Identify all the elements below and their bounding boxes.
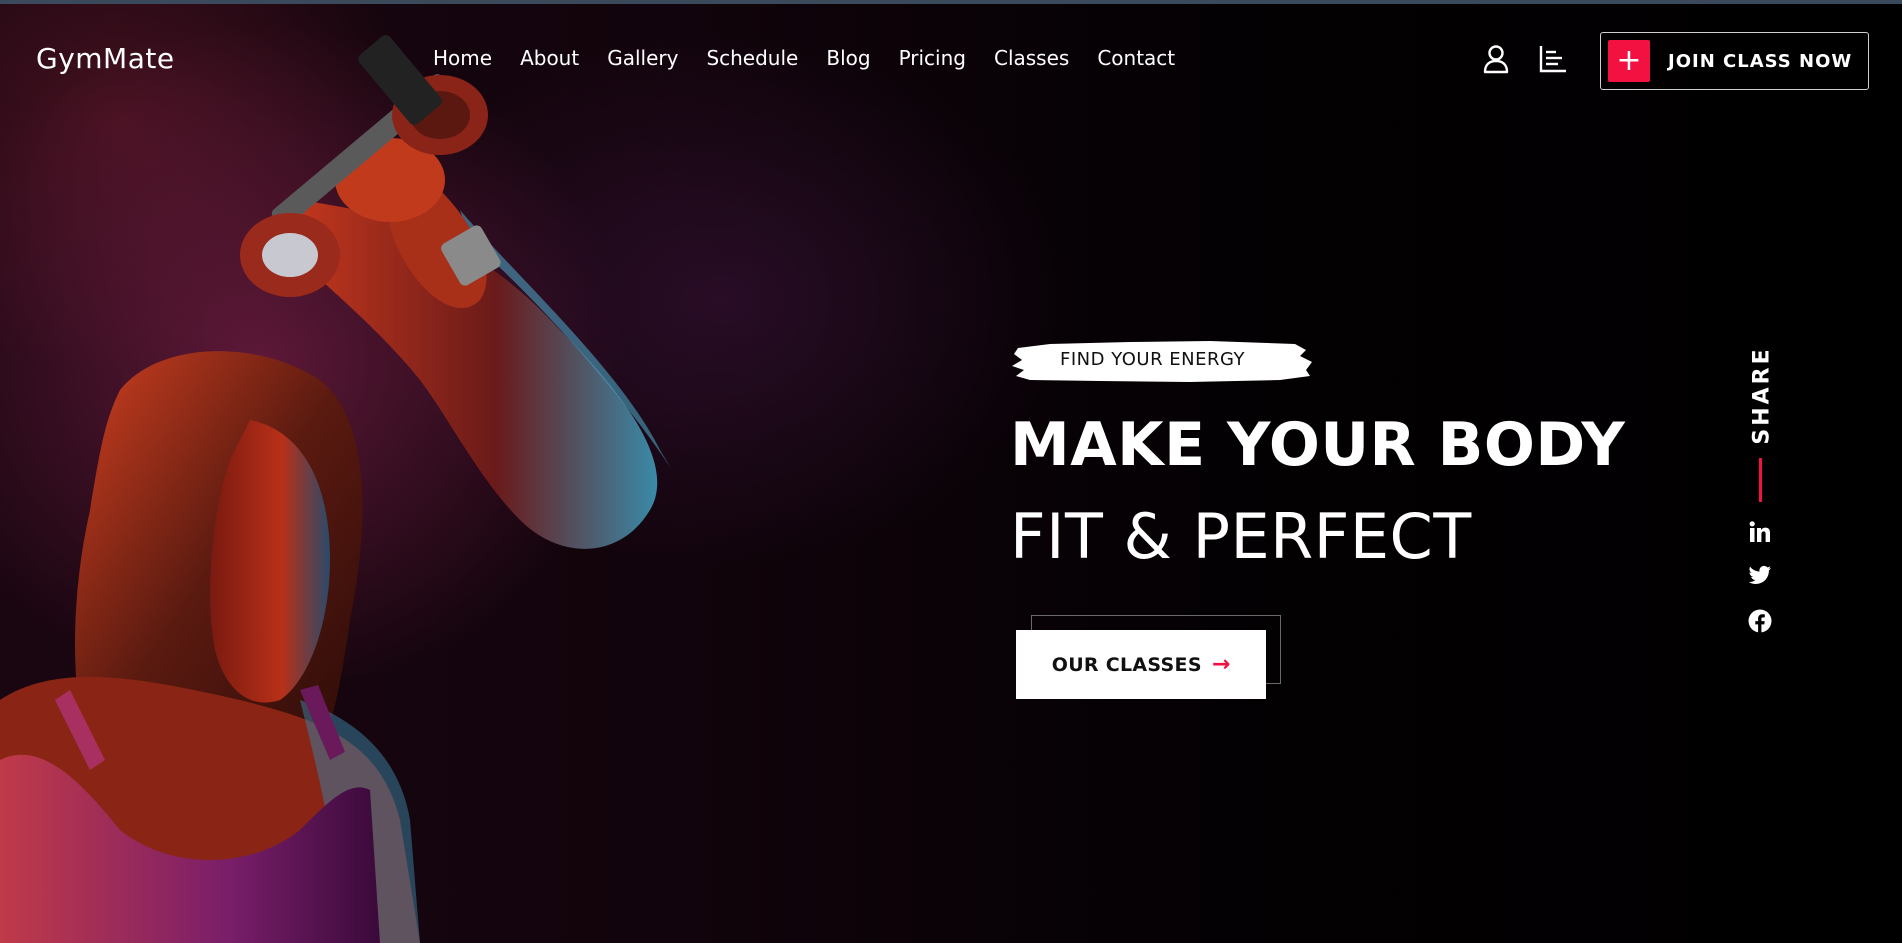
athlete-image (0, 35, 672, 943)
hero-headline: MAKE YOUR BODY (1010, 410, 1626, 480)
arrow-right-icon: → (1211, 652, 1231, 677)
our-classes-button[interactable]: OUR CLASSES → (1016, 630, 1266, 699)
user-icon[interactable] (1481, 44, 1511, 74)
hero-background: GymMate Home About Gallery Schedule Blog… (0, 0, 1902, 943)
nav-item-classes[interactable]: Classes (994, 46, 1069, 70)
tagline-badge: FIND YOUR ENERGY (1010, 336, 1314, 386)
nav-item-blog[interactable]: Blog (826, 46, 870, 70)
our-classes-label: OUR CLASSES (1051, 653, 1202, 676)
nav-item-contact[interactable]: Contact (1097, 46, 1175, 70)
brand-logo[interactable]: GymMate (36, 42, 175, 75)
share-label: SHARE (1749, 345, 1775, 445)
facebook-icon[interactable] (1748, 609, 1772, 633)
join-class-button[interactable]: + JOIN CLASS NOW (1600, 32, 1869, 90)
nav-item-about[interactable]: About (520, 46, 579, 70)
bar-lines-icon[interactable] (1538, 44, 1568, 74)
hero-subheadline: FIT & PERFECT (1010, 500, 1472, 573)
tagline-text: FIND YOUR ENERGY (1060, 349, 1246, 370)
nav-item-pricing[interactable]: Pricing (899, 46, 966, 70)
nav-item-gallery[interactable]: Gallery (607, 46, 678, 70)
join-class-label: JOIN CLASS NOW (1668, 50, 1853, 72)
nav-item-home[interactable]: Home (433, 46, 492, 70)
share-divider (1759, 458, 1762, 502)
linkedin-icon[interactable] (1748, 520, 1772, 544)
plus-icon: + (1608, 40, 1650, 82)
nav-item-schedule[interactable]: Schedule (706, 46, 798, 70)
twitter-icon[interactable] (1748, 564, 1772, 588)
main-nav: Home About Gallery Schedule Blog Pricing… (433, 46, 1203, 70)
